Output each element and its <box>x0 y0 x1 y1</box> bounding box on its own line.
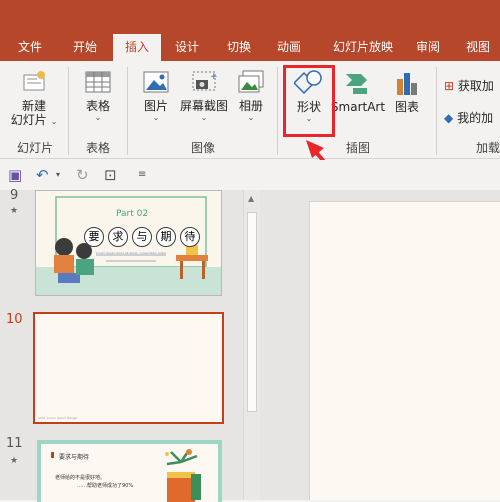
slide-9-title: 要 求 与 期 待 <box>84 227 200 247</box>
save-icon[interactable]: ▣ <box>8 166 22 184</box>
title-char: 期 <box>156 227 176 247</box>
title-char: 要 <box>84 227 104 247</box>
quick-access-toolbar: ▣ ↶ ▾ ↻ ⊡ ≡ <box>0 160 500 190</box>
my-addins-button[interactable]: ◆ 我的加 <box>444 109 500 126</box>
ribbon: 新建 幻灯片 ⌄ 幻灯片 表格 ⌄ 表格 图片 ⌄ + 屏幕截图 ⌄ 相册 ⌄ … <box>0 61 500 159</box>
images-group-label: 图像 <box>190 141 215 155</box>
pictures-button[interactable]: 图片 ⌄ <box>137 69 175 123</box>
slide-9-subtitle: Part 02 <box>116 209 149 219</box>
slide-11-text: 老师给的不是很好地。 <box>55 475 106 481</box>
slide-9-caption: Lorem ipsum dolor sit amet, consectetur … <box>96 251 166 255</box>
tab-transitions[interactable]: 切换 <box>218 34 260 61</box>
tab-review[interactable]: 审阅 <box>408 34 448 61</box>
redo-icon[interactable]: ↻ <box>76 166 89 184</box>
table-icon <box>85 71 111 93</box>
get-addins-button[interactable]: ⊞ 获取加 <box>444 77 500 94</box>
chevron-down-icon: ⌄ <box>152 113 160 122</box>
slide-thumbnail-11[interactable]: 要求与期待 老师给的不是很好地。 ……帮助老师成功了90% <box>37 440 222 502</box>
new-slide-chevron: ⌄ <box>50 117 58 126</box>
chevron-down-icon: ⌄ <box>94 113 102 122</box>
chevron-down-icon: ⌄ <box>247 113 255 122</box>
scrollbar-thumb[interactable] <box>247 212 257 412</box>
chart-button[interactable]: 图表 <box>388 69 426 114</box>
slide-thumbnail-10[interactable]: 2021 Lorem Ipsum Design <box>33 312 224 424</box>
thumbnail-scrollbar[interactable]: ▲ <box>243 190 260 500</box>
tab-animations[interactable]: 动画 <box>268 34 310 61</box>
group-separator <box>277 67 278 155</box>
addins-group-label: 加载 <box>476 141 500 155</box>
new-slide-button[interactable]: 新建 幻灯片 ⌄ <box>6 69 62 127</box>
title-char: 待 <box>180 227 200 247</box>
photo-album-button[interactable]: 相册 ⌄ <box>233 69 269 123</box>
undo-icon[interactable]: ↶ <box>36 166 49 184</box>
slide-number: 11 <box>6 436 23 451</box>
undo-dropdown-icon[interactable]: ▾ <box>56 166 60 184</box>
svg-text:+: + <box>210 72 218 82</box>
shapes-highlight-box <box>283 65 335 137</box>
group-separator <box>436 67 437 155</box>
screenshot-button[interactable]: + 屏幕截图 ⌄ <box>176 69 232 123</box>
tab-home[interactable]: 开始 <box>60 34 110 61</box>
slides-group-label: 幻灯片 <box>16 141 53 155</box>
store-icon: ⊞ <box>444 79 455 93</box>
animation-star-icon: ★ <box>10 456 19 466</box>
tables-group-label: 表格 <box>85 141 110 155</box>
slide-11-text: ……帮助老师成功了90% <box>77 483 134 489</box>
photo-album-icon <box>238 70 264 93</box>
tab-file[interactable]: 文件 <box>6 34 54 61</box>
title-char: 求 <box>108 227 128 247</box>
tab-design[interactable]: 设计 <box>166 34 208 61</box>
title-bar <box>0 0 500 34</box>
ribbon-tab-bar: 文件 开始 插入 设计 切换 动画 幻灯片放映 审阅 视图 <box>0 34 500 61</box>
picture-icon <box>143 71 169 93</box>
slide-number: 9 <box>10 188 19 203</box>
slide-thumbnail-9[interactable]: Part 02 要 求 与 期 待 Lorem ipsum dolor sit … <box>35 190 222 296</box>
smartart-icon <box>346 74 367 94</box>
addins-icon: ◆ <box>444 111 454 125</box>
animation-star-icon: ★ <box>10 206 19 216</box>
table-button[interactable]: 表格 ⌄ <box>76 69 120 123</box>
new-slide-icon <box>23 71 45 91</box>
screenshot-icon: + <box>192 71 218 91</box>
tab-slideshow[interactable]: 幻灯片放映 <box>322 34 404 61</box>
tab-view[interactable]: 视图 <box>458 34 498 61</box>
title-char: 与 <box>132 227 152 247</box>
presentation-icon[interactable]: ⊡ <box>104 166 117 184</box>
slide-canvas[interactable] <box>309 201 500 500</box>
slide-11-heading: 要求与期待 <box>59 454 90 461</box>
group-separator <box>127 67 128 155</box>
chart-icon <box>397 73 417 95</box>
customize-toolbar-icon[interactable]: ≡ <box>138 166 146 184</box>
slide-number: 10 <box>6 312 23 327</box>
group-separator <box>68 67 69 155</box>
smartart-button[interactable]: SmartArt <box>330 69 386 114</box>
slide-10-footer: 2021 Lorem Ipsum Design <box>38 416 78 420</box>
tab-insert[interactable]: 插入 <box>113 34 161 61</box>
chevron-down-icon: ⌄ <box>200 113 208 122</box>
scroll-up-icon[interactable]: ▲ <box>248 194 254 203</box>
